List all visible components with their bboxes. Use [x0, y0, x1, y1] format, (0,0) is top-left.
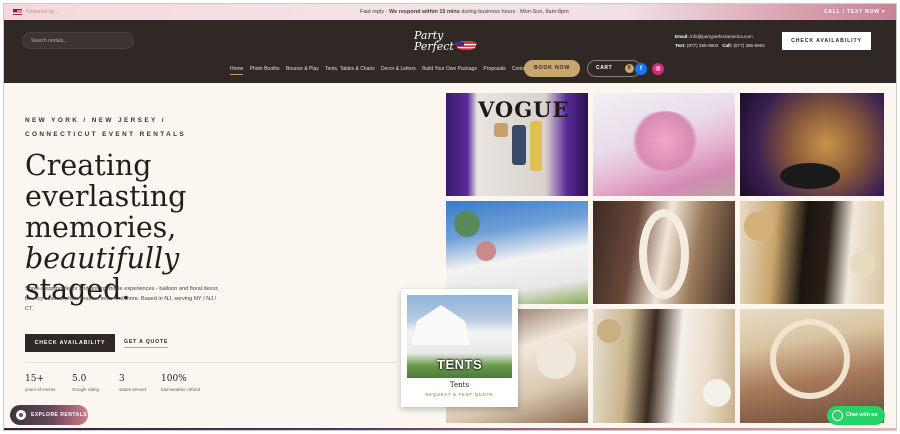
hero-divider [25, 362, 397, 363]
explore-rentals-button[interactable]: EXPLORE RENTALS [10, 405, 88, 425]
photo-detail [850, 251, 876, 277]
main-nav: Home Photo Booths Bounce & Play Tents, Tabl… [230, 66, 535, 75]
facebook-icon[interactable]: f [635, 63, 647, 75]
tents-card-title: Tents [449, 381, 470, 389]
stat-label: Google rating [72, 387, 100, 392]
stat-rating: 5.0 Google rating [72, 374, 99, 392]
chat-label: Chat with us [846, 412, 878, 418]
photo-detail [639, 209, 689, 299]
stat-label: bad-weather refund [161, 387, 201, 392]
photo-detail [597, 319, 621, 343]
logo-line-2: Perfect [414, 40, 454, 53]
nav-item-home[interactable]: Home [230, 66, 244, 75]
photo-detail [476, 241, 496, 261]
gallery-photo-guests-balloons[interactable] [593, 309, 735, 423]
stat-states: 3 states served [119, 374, 146, 392]
explore-icon [16, 410, 26, 420]
tent-shape [411, 305, 471, 345]
photo-detail [629, 111, 701, 171]
cart-label: CART [596, 65, 613, 71]
stat-refund: 100% bad-weather refund [161, 374, 200, 392]
tents-quote-link[interactable]: REQUEST A TENT QUOTE [401, 392, 518, 397]
email-line: Email: info@partyperfectamerica.com [675, 32, 765, 41]
explore-label: EXPLORE RENTALS [31, 412, 88, 418]
nav-item-tents-tables-chairs[interactable]: Tents, Tables & Chairs [325, 66, 375, 74]
email-label: Email: [675, 34, 689, 39]
site-header: Search rentals... Party Perfect Email: i… [4, 20, 896, 83]
call-label: Call: [722, 43, 733, 48]
nav-item-decor-letters[interactable]: Decor & Letters [381, 66, 416, 74]
nav-item-proposals[interactable]: Proposals [483, 66, 505, 74]
vogue-cover-text: VOGUE [478, 97, 570, 122]
tents-card-image: TENTS [407, 295, 512, 378]
search-input[interactable]: Search rentals... [22, 32, 134, 49]
cart-count-badge: 0 [625, 64, 634, 73]
photo-detail [530, 121, 542, 171]
headline-line-1: Creating [25, 149, 152, 182]
nav-item-bounce-play[interactable]: Bounce & Play [286, 66, 319, 74]
photo-detail [703, 379, 731, 407]
call-text-now-button[interactable]: CALL / TEXT NOW ▾ [824, 9, 885, 15]
browser-viewport: Powered by ... Fast reply · We respond w… [3, 3, 897, 431]
language-selector[interactable]: Powered by ... [26, 9, 61, 15]
stat-value: 5.0 [72, 374, 87, 384]
headline-line-2: everlasting [25, 180, 187, 213]
photo-detail [512, 125, 526, 165]
email-link[interactable]: info@partyperfectamerica.com [690, 34, 753, 39]
reply-highlight: We respond within 15 mins [389, 9, 460, 15]
photo-detail [770, 319, 850, 399]
gallery-photo-couple-balloons[interactable] [740, 201, 884, 304]
photo-detail [494, 123, 508, 137]
stat-value: 100% [161, 374, 187, 384]
photo-detail [780, 163, 840, 189]
cart-button[interactable]: CART 0 [587, 60, 641, 77]
hero-stats: 15+ years of events 5.0 Google rating 3 … [25, 374, 285, 404]
chat-bubble-icon [832, 410, 843, 421]
hero-description: Show-stopping decor and unforgettable ex… [25, 286, 219, 312]
phone-line: Text: (877) 355-9904 Call: (877) 355-990… [675, 41, 765, 50]
contact-info: Email: info@partyperfectamerica.com Text… [675, 32, 765, 50]
headline-line-3: memories, [25, 211, 177, 244]
site-logo[interactable]: Party Perfect [414, 29, 484, 55]
gallery-photo-360-booth[interactable] [740, 93, 884, 196]
text-label: Text: [675, 43, 686, 48]
call-number-link[interactable]: (877) 355-9904 [733, 43, 764, 48]
reply-suffix: during business hours · Mon-Sun, 8am-8pm [459, 9, 569, 15]
reply-prefix: Fast reply · [360, 9, 390, 15]
gallery-photo-flower-wall[interactable] [593, 93, 735, 196]
tents-category-card[interactable]: TENTS Tents REQUEST A TENT QUOTE [401, 289, 518, 407]
us-flag-icon[interactable] [13, 9, 22, 15]
stat-years: 15+ years of events [25, 374, 56, 392]
reply-notice: Fast reply · We respond within 15 mins d… [360, 9, 569, 15]
stat-value: 3 [119, 374, 125, 384]
text-number-link[interactable]: (877) 355-9904 [687, 43, 718, 48]
announcement-bar: Powered by ... Fast reply · We respond w… [4, 4, 896, 20]
gallery-photo-balloon-arch[interactable] [593, 201, 735, 304]
stat-value: 15+ [25, 374, 44, 384]
stat-label: years of events [25, 387, 56, 392]
hero-eyebrow: NEW YORK / NEW JERSEY / CONNECTICUT EVEN… [25, 117, 187, 138]
book-now-button[interactable]: BOOK NOW [524, 60, 580, 77]
photo-detail [744, 211, 774, 241]
stat-label: states served [119, 387, 146, 392]
bottom-gradient-strip [4, 428, 896, 430]
instagram-icon[interactable]: ◎ [652, 63, 664, 75]
get-quote-link[interactable]: GET A QUOTE [124, 339, 169, 348]
nav-item-photo-booths[interactable]: Photo Booths [250, 66, 280, 74]
chat-widget-button[interactable]: Chat with us [827, 406, 885, 425]
headline-italic: beautifully [25, 242, 180, 275]
header-check-availability-button[interactable]: CHECK AVAILABILITY [782, 32, 871, 50]
tents-image-label: TENTS [437, 357, 483, 372]
hero-headline: Creating everlasting memories, beautiful… [25, 150, 285, 305]
gallery-photo-vogue-booth[interactable]: VOGUE [446, 93, 588, 196]
nav-item-build-package[interactable]: Build Your Own Package [422, 66, 477, 74]
usa-map-icon [455, 41, 477, 50]
photo-detail [454, 211, 480, 237]
hero-check-availability-button[interactable]: CHECK AVAILABILITY [25, 334, 115, 352]
photo-detail [536, 339, 576, 379]
